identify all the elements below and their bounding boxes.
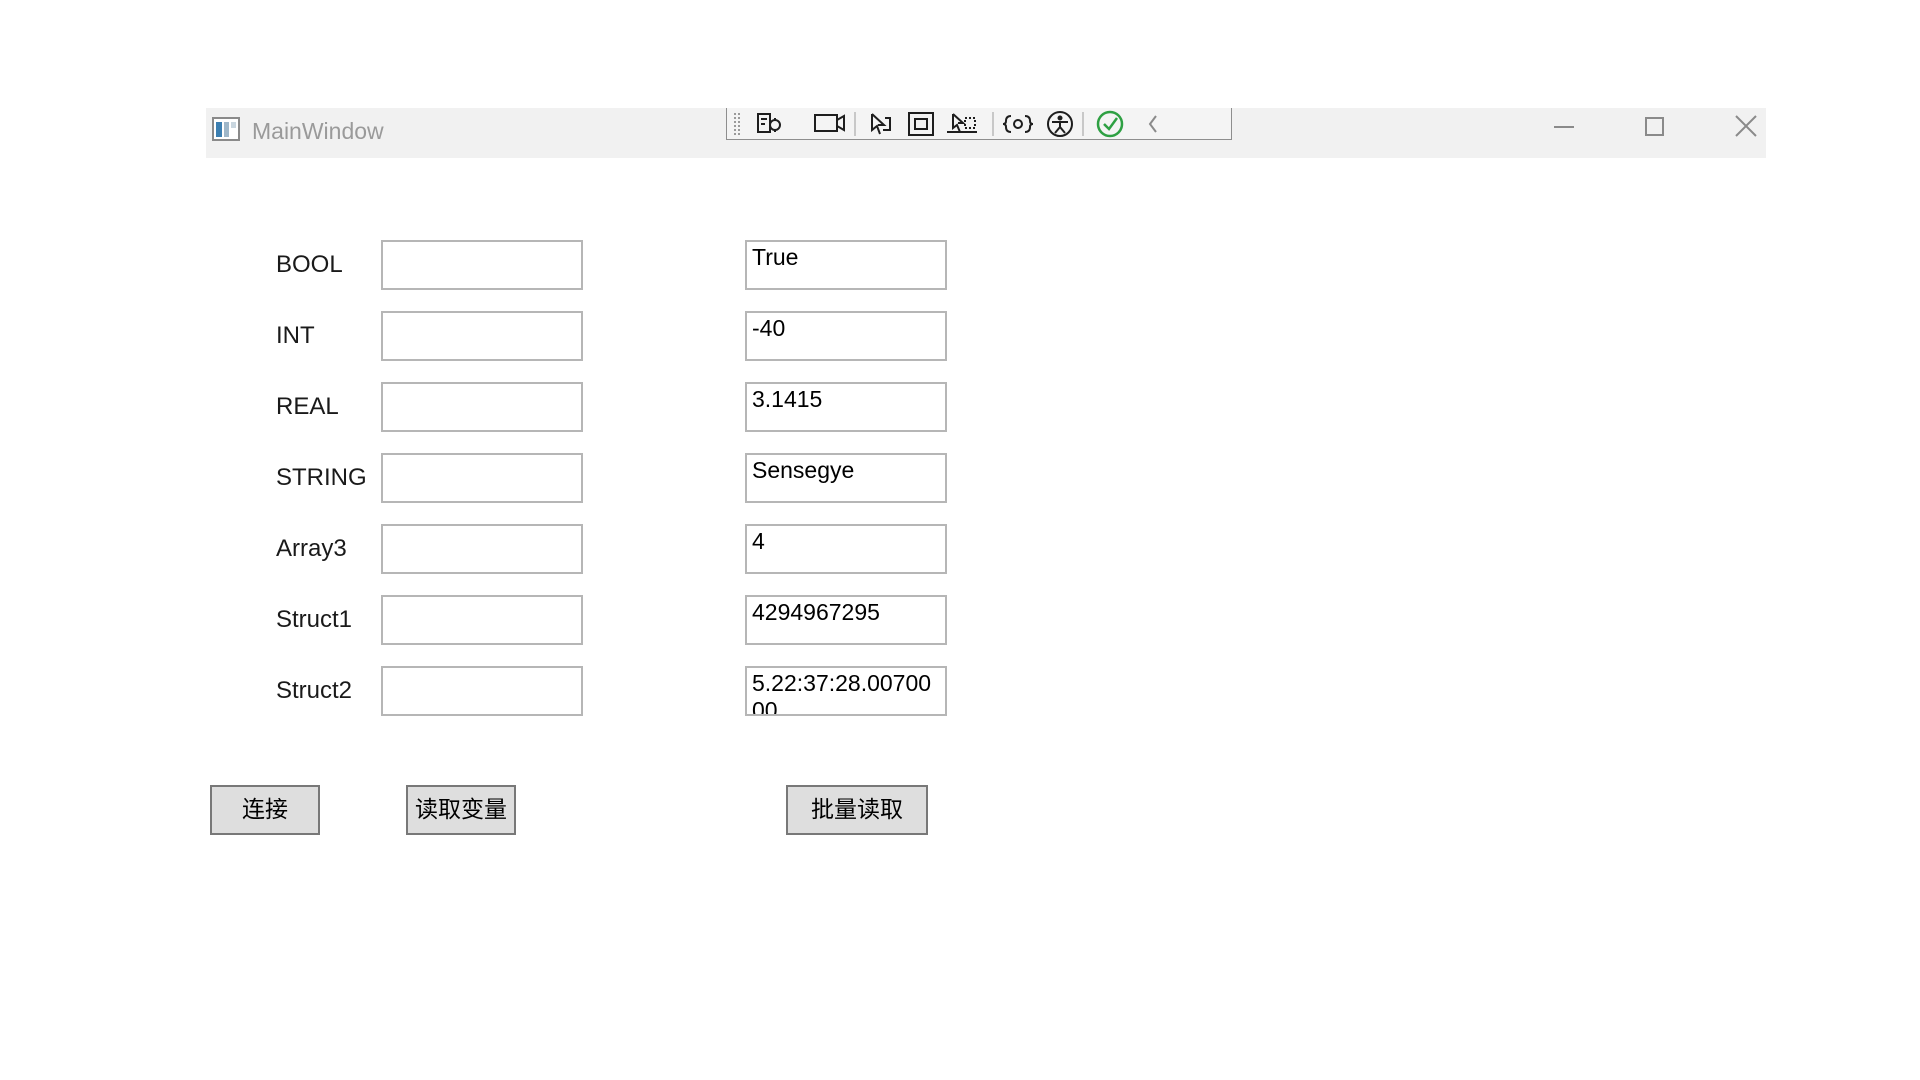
array3-input[interactable] bbox=[381, 524, 583, 574]
track-focus-icon[interactable] bbox=[947, 113, 977, 133]
string-input[interactable] bbox=[381, 453, 583, 503]
maximize-button[interactable] bbox=[1624, 108, 1684, 144]
int-input[interactable] bbox=[381, 311, 583, 361]
binding-failures-icon[interactable] bbox=[1002, 115, 1034, 133]
minimize-icon bbox=[1554, 126, 1574, 128]
bool-output[interactable]: True bbox=[745, 240, 947, 290]
close-button[interactable] bbox=[1716, 108, 1776, 144]
app-window-icon bbox=[212, 117, 240, 141]
display-layout-adorners-icon[interactable] bbox=[908, 112, 934, 136]
real-input[interactable] bbox=[381, 382, 583, 432]
int-output[interactable]: -40 bbox=[745, 311, 947, 361]
label-struct1: Struct1 bbox=[276, 606, 353, 633]
bool-input[interactable] bbox=[381, 240, 583, 290]
title-bar[interactable]: MainWindow bbox=[206, 108, 1766, 158]
string-output[interactable]: Sensegye bbox=[745, 453, 947, 503]
connect-button[interactable]: 连接 bbox=[210, 785, 320, 835]
real-output[interactable]: 3.1415 bbox=[745, 382, 947, 432]
hot-reload-check-icon[interactable] bbox=[1096, 110, 1124, 138]
label-struct2: Struct2 bbox=[276, 677, 353, 704]
live-visual-tree-icon[interactable] bbox=[757, 113, 781, 133]
close-icon bbox=[1735, 115, 1757, 137]
read-variable-button[interactable]: 读取变量 bbox=[406, 785, 516, 835]
struct2-output[interactable]: 5.22:37:28.0070000 bbox=[745, 666, 947, 716]
window-title: MainWindow bbox=[252, 118, 384, 144]
collapse-chevron-icon[interactable] bbox=[1148, 115, 1157, 133]
batch-read-button[interactable]: 批量读取 bbox=[786, 785, 928, 835]
array3-output[interactable]: 4 bbox=[745, 524, 947, 574]
label-real: REAL bbox=[276, 393, 339, 420]
drag-handle-icon[interactable] bbox=[733, 112, 745, 136]
struct1-output[interactable]: 4294967295 bbox=[745, 595, 947, 645]
struct1-input[interactable] bbox=[381, 595, 583, 645]
video-camera-icon[interactable] bbox=[814, 114, 845, 132]
label-bool: BOOL bbox=[276, 251, 343, 278]
debug-toolbar-icons bbox=[733, 110, 1157, 138]
label-array3: Array3 bbox=[276, 535, 347, 562]
minimize-button[interactable] bbox=[1532, 108, 1592, 144]
maximize-icon bbox=[1645, 117, 1664, 136]
struct2-input[interactable] bbox=[381, 666, 583, 716]
accessibility-icon[interactable] bbox=[1047, 111, 1073, 137]
main-window: MainWindow BOOL True INT -40 REAL 3.1415… bbox=[206, 108, 1766, 848]
label-string: STRING bbox=[276, 464, 367, 491]
select-element-icon[interactable] bbox=[871, 113, 891, 135]
wpf-debug-toolbar bbox=[726, 108, 1232, 140]
label-int: INT bbox=[276, 322, 315, 349]
